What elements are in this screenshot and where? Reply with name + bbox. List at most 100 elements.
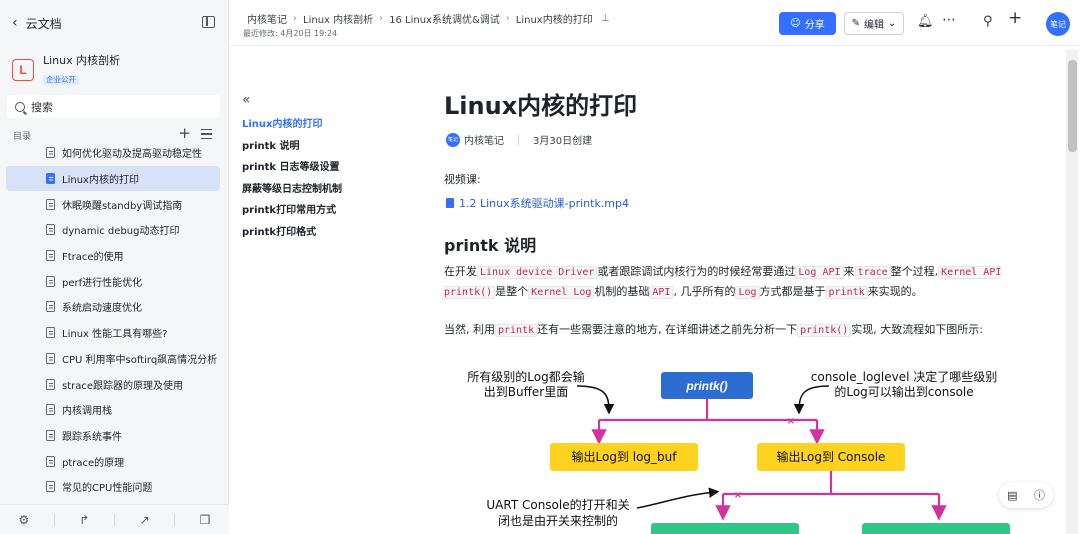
tree-item-label: 跟踪系统事件 [62,431,122,443]
tree-item-label: strace跟踪器的原理及使用 [62,380,184,392]
tree-item[interactable]: dynamic debug动态打印 [6,217,220,243]
kb-logo-icon: L [12,59,34,81]
collapse-sidebar-icon[interactable] [202,16,215,28]
callout-arrow-uart [636,487,720,509]
edit-label: 编辑 [864,20,884,31]
chevron-down-icon: ⌄ [888,18,897,29]
document-icon [46,327,55,339]
note-left-line1: 所有级别的Log都会输 [467,369,584,384]
more-options-icon[interactable]: ⋯ [942,13,956,27]
knowledge-base-header[interactable]: L Linux 内核剖析 企业公开 [12,54,120,86]
avatar[interactable]: 笔记 [1046,12,1070,36]
edit-mode-button[interactable]: ✎ 编辑 ⌄ [844,12,904,35]
flow-line-main [599,399,817,422]
tree-item[interactable]: ptrace的原理 [6,448,220,474]
tree-item-active[interactable]: Linux内核的打印 [6,165,220,192]
paragraph: 当然, 利用 printk 还有一些需要注意的地方, 在详细讲述之前先分析一下 pri… [444,320,1029,340]
inline-code: Linux device Driver [477,266,598,279]
inline-code: trace [854,266,891,279]
tree-item[interactable]: 如何优化驱动及提高驱动稳定性 [6,140,220,166]
breadcrumb-chevron-icon: › [505,13,510,24]
sidebar: ‹ 云文档 L Linux 内核剖析 企业公开 搜索 目录 + 如何优化驱动及提… [0,0,229,534]
help-icon[interactable]: ⓘ [1034,487,1045,503]
text: 是整个 [495,285,529,298]
document-icon [46,173,55,185]
document-icon [46,481,55,493]
breadcrumb-item[interactable]: Linux 内核剖析 [303,11,373,26]
outline-item[interactable]: printk 说明 [242,136,392,158]
created-date: 3月30日创建 [533,136,593,147]
tree-item[interactable]: 休眠唤醒standby调试指南 [6,191,220,217]
text: , 几乎所有的 [673,285,736,298]
stats-icon[interactable]: ↗ [139,514,151,526]
list-options-icon[interactable] [201,129,212,139]
switch-x-mark: × [787,416,795,427]
breadcrumb: 内核笔记 › Linux 内核剖析 › 16 Linux系统调优&调试 › Li… [247,11,609,26]
trash-icon[interactable]: ❒ [199,514,211,526]
doc-tree: 如何优化驱动及提高驱动稳定性 Linux内核的打印 休眠唤醒standby调试指… [6,140,220,500]
note-left-line2: 出到Buffer里面 [484,385,568,399]
tree-item-label: Linux内核的打印 [62,175,139,187]
divider [113,513,115,526]
breadcrumb-current: Linux内核的打印 [515,15,593,26]
text: 还有一些需要注意的地方, 在详细讲述之前先分析一下 [537,323,798,336]
document-icon [46,198,55,210]
video-attachment-link[interactable]: 1.2 Linux系统驱动课-printk.mp4 [446,195,629,211]
printk-flow-diagram: printk() 所有级别的Log都会输 出到Buffer里面 console_… [467,369,1010,534]
tree-item-label: Linux 性能工具有哪些? [62,329,168,341]
search-icon [15,101,25,112]
outline-item[interactable]: 屏蔽等级日志控制机制 [242,179,392,201]
inline-code: Kernel Log [528,286,595,299]
main-content: « Linux内核的打印 printk 说明 printk 日志等级设置 屏蔽等… [229,46,1080,534]
uart-console-box [651,523,799,534]
outline-item[interactable]: printk打印常用方式 [242,200,392,222]
outline-item[interactable]: printk打印格式 [242,222,392,244]
author-avatar[interactable]: 笔记 [446,132,460,147]
doc-info-icon[interactable]: ▤ [1007,489,1017,502]
document-icon [46,147,55,159]
notification-bell-icon[interactable]: 🔔︎ [917,15,934,29]
tree-item-label: 常见的CPU性能问题 [62,483,153,495]
share-out-icon[interactable]: ↱ [78,514,90,526]
tree-item[interactable]: Ftrace的使用 [6,243,220,269]
tree-item[interactable]: 系统启动速度优化 [6,294,220,320]
scrollbar-thumb[interactable] [1068,60,1077,152]
user-icon: ☺ [790,18,801,29]
tree-item[interactable]: 常见的CPU性能问题 [6,474,220,500]
outline-item[interactable]: printk 日志等级设置 [242,157,392,179]
tree-item[interactable]: 内核调用栈 [6,397,220,423]
video-link-text: 1.2 Linux系统驱动课-printk.mp4 [459,197,630,210]
ram-console-box [862,523,1010,534]
note-right-line2: 的Log可以输出到console [834,384,973,399]
tree-item[interactable]: perf进行性能优化 [6,268,220,294]
breadcrumb-item[interactable]: 内核笔记 [247,11,287,26]
outline-item-active[interactable]: Linux内核的打印 [242,114,392,136]
document-icon [46,378,55,390]
printk-box-label: printk() [685,379,727,393]
document-icon [46,404,55,416]
text: 机制的基础 [594,285,650,298]
text: 来 [843,265,855,278]
share-button[interactable]: ☺ 分享 [779,12,836,35]
collapse-outline-icon[interactable]: « [242,93,392,107]
back-arrow-icon[interactable]: ‹ [12,15,18,31]
text: 整个过程, [890,265,939,278]
back-label[interactable]: 云文档 [26,15,62,32]
tree-item[interactable]: Linux 性能工具有哪些? [6,320,220,346]
tree-item[interactable]: 跟踪系统事件 [6,423,220,449]
tree-item[interactable]: strace跟踪器的原理及使用 [6,371,220,397]
text: 来实现的。 [867,285,923,298]
tree-item[interactable]: CPU 利用率中softirq飙高情况分析 [6,346,220,372]
search-icon[interactable]: ⚲ [983,15,993,29]
pin-icon[interactable]: ⊥ [601,13,610,24]
sidebar-search[interactable]: 搜索 [7,95,220,118]
tree-item-label: CPU 利用率中softirq飙高情况分析 [62,354,218,366]
author-name[interactable]: 内核笔记 [464,132,504,147]
page-title: Linux内核的打印 [444,92,638,120]
inline-code: API [649,286,674,299]
document-icon [46,250,55,262]
settings-icon[interactable]: ⚙ [18,514,30,526]
inline-code: Log API [795,266,844,279]
add-icon[interactable]: + [1008,10,1022,27]
breadcrumb-item[interactable]: 16 Linux系统调优&调试 [389,11,500,26]
